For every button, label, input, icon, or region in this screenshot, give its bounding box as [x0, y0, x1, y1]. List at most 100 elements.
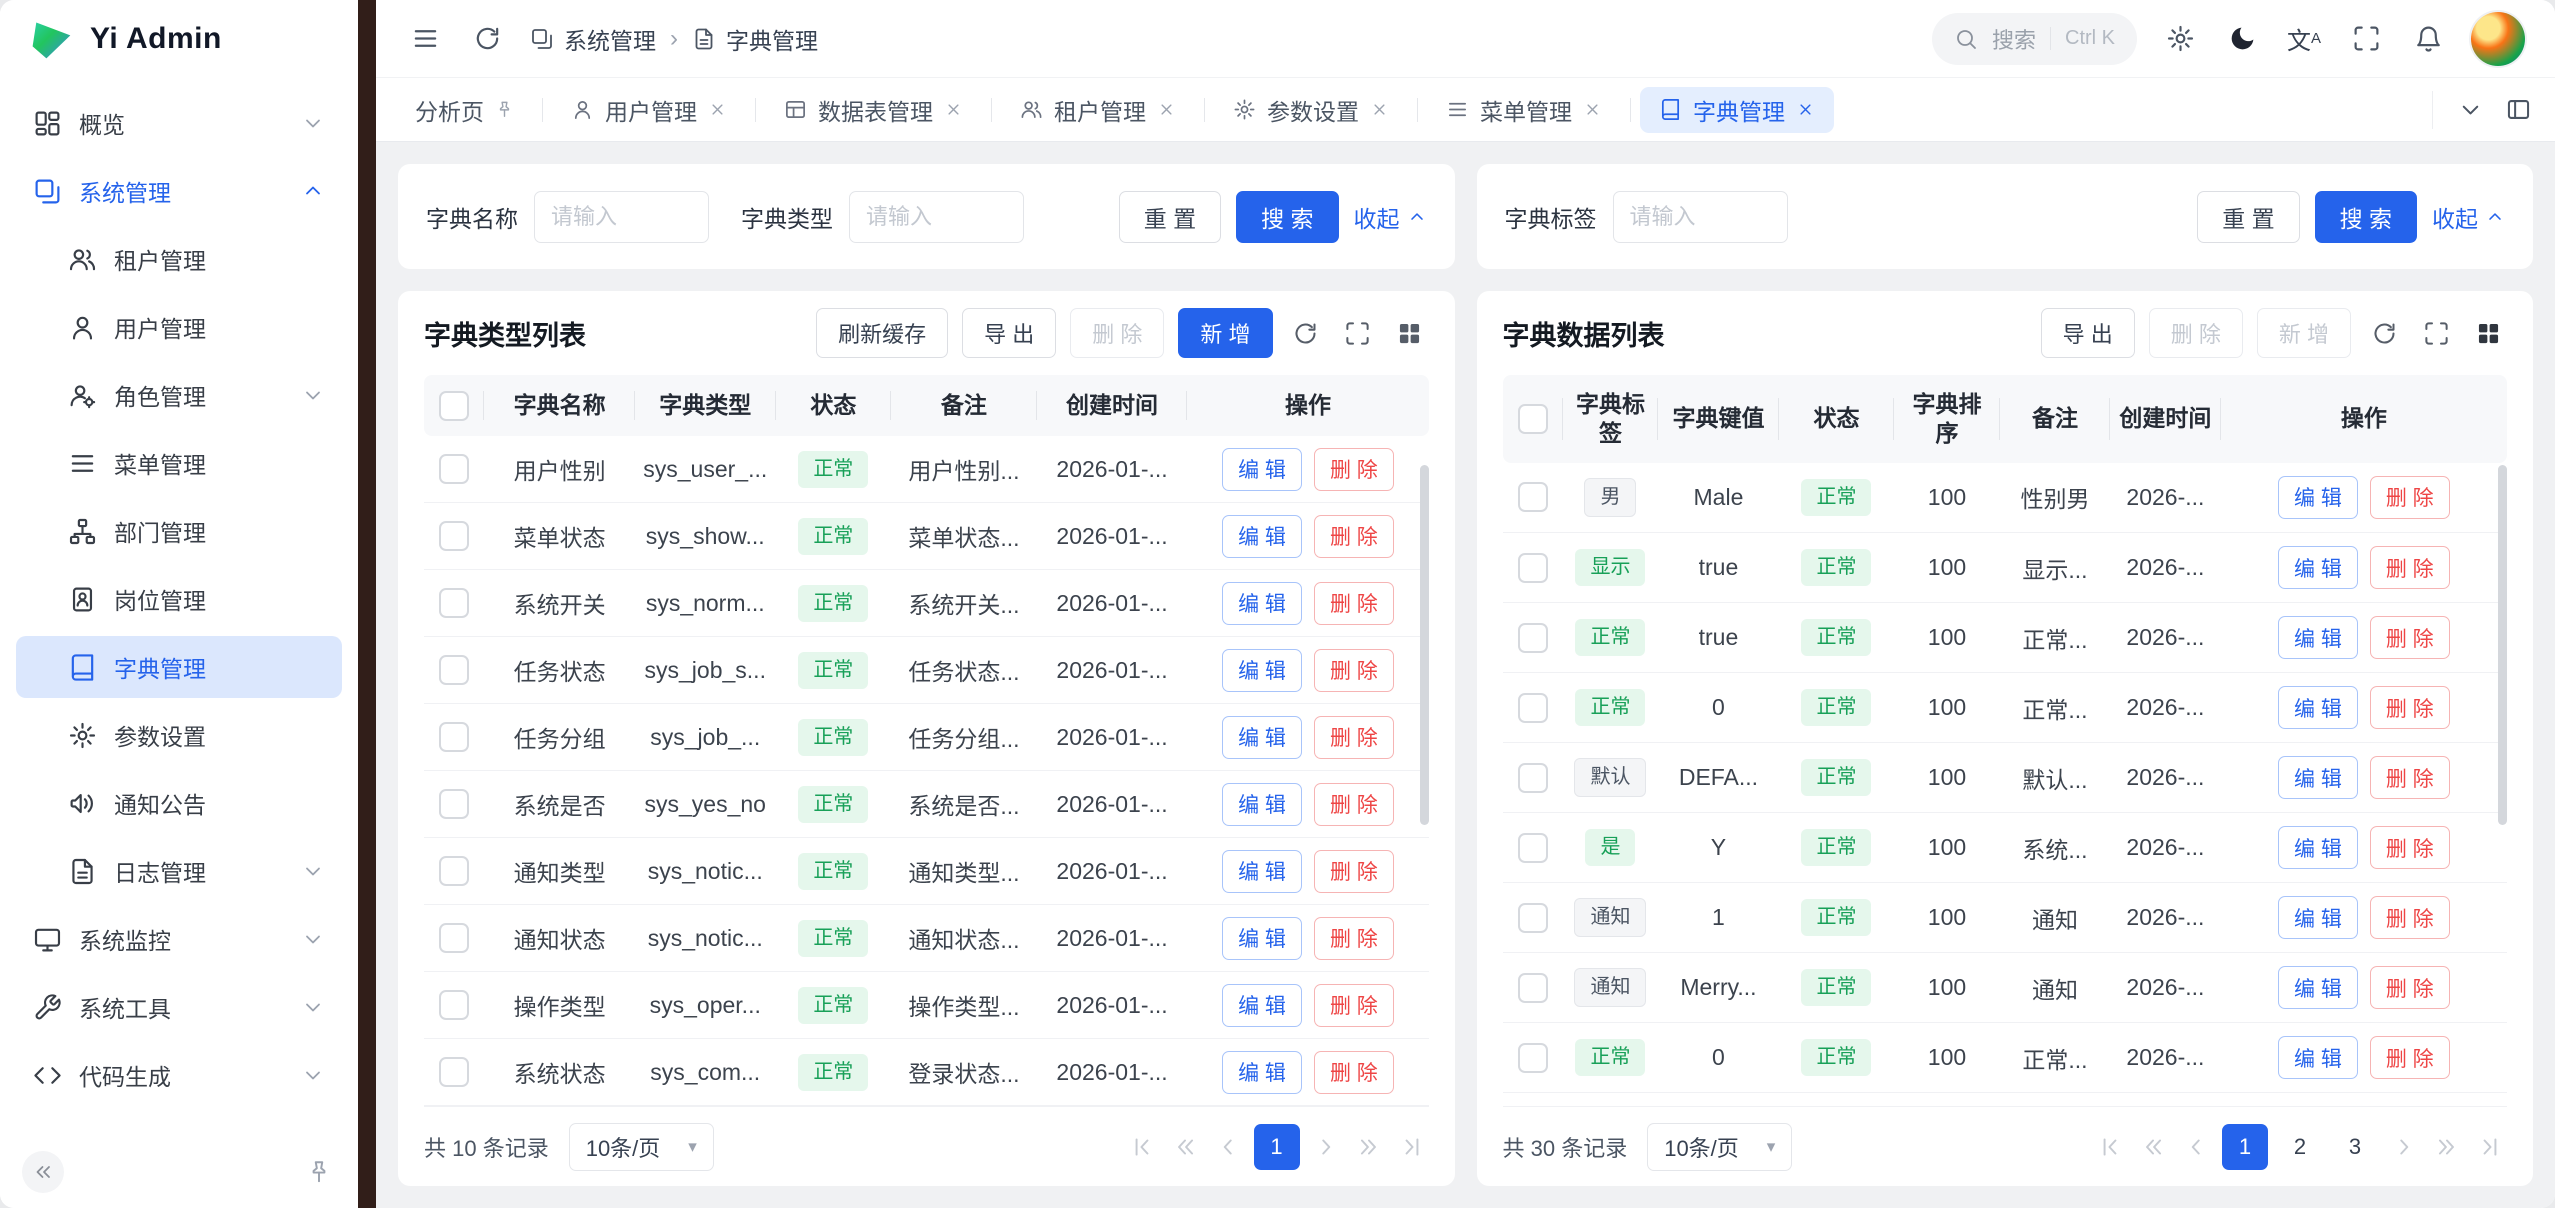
delete-row-button[interactable]: 删 除 [2370, 896, 2450, 939]
column-settings-icon[interactable] [1391, 314, 1429, 352]
delete-row-button[interactable]: 删 除 [2370, 616, 2450, 659]
sidebar-item-system-management[interactable]: 系统管理 [16, 160, 342, 222]
sidebar-pin-icon[interactable] [302, 1155, 336, 1189]
prev-page-icon[interactable] [2179, 1130, 2213, 1164]
row-checkbox[interactable] [1518, 623, 1548, 653]
sidebar-item-menu-management[interactable]: 菜单管理 [16, 432, 342, 494]
sidebar-item-system-tools[interactable]: 系统工具 [16, 976, 342, 1038]
first-page-icon[interactable] [2093, 1130, 2127, 1164]
edit-row-button[interactable]: 编 辑 [2278, 546, 2358, 589]
sidebar-item-tenant-management[interactable]: 租户管理 [16, 228, 342, 290]
expand-table-icon[interactable] [2417, 314, 2455, 352]
close-icon[interactable] [1157, 100, 1176, 119]
row-checkbox[interactable] [1518, 693, 1548, 723]
sidebar-item-role-management[interactable]: 角色管理 [16, 364, 342, 426]
column-settings-icon[interactable] [2469, 314, 2507, 352]
delete-button[interactable]: 删 除 [1070, 308, 1164, 358]
row-checkbox[interactable] [439, 722, 469, 752]
close-icon[interactable] [1796, 100, 1815, 119]
page-button-3[interactable]: 3 [2332, 1124, 2378, 1170]
table-scrollbar[interactable] [1420, 465, 1429, 825]
edit-row-button[interactable]: 编 辑 [2278, 476, 2358, 519]
sidebar-item-notice-announcement[interactable]: 通知公告 [16, 772, 342, 834]
page-size-select[interactable]: 10条/页 ▾ [1647, 1123, 1792, 1171]
page-button-2[interactable]: 2 [2277, 1124, 2323, 1170]
delete-row-button[interactable]: 删 除 [1314, 649, 1394, 692]
delete-row-button[interactable]: 删 除 [1314, 515, 1394, 558]
row-checkbox[interactable] [439, 521, 469, 551]
next-page-icon[interactable] [1309, 1130, 1343, 1164]
prev-page-icon[interactable] [1211, 1130, 1245, 1164]
delete-row-button[interactable]: 删 除 [2370, 686, 2450, 729]
tab-menu-management[interactable]: 菜单管理 [1427, 87, 1621, 133]
row-checkbox[interactable] [439, 655, 469, 685]
tabs-chevron-down-icon[interactable] [2451, 91, 2489, 129]
edit-row-button[interactable]: 编 辑 [2278, 826, 2358, 869]
prev-group-icon[interactable] [2136, 1130, 2170, 1164]
row-checkbox[interactable] [439, 1057, 469, 1087]
edit-row-button[interactable]: 编 辑 [2278, 686, 2358, 729]
row-checkbox[interactable] [1518, 553, 1548, 583]
edit-row-button[interactable]: 编 辑 [1222, 850, 1302, 893]
row-checkbox[interactable] [1518, 763, 1548, 793]
last-page-icon[interactable] [1395, 1130, 1429, 1164]
export-button[interactable]: 导 出 [2041, 308, 2135, 358]
edit-row-button[interactable]: 编 辑 [2278, 896, 2358, 939]
delete-row-button[interactable]: 删 除 [1314, 716, 1394, 759]
row-checkbox[interactable] [439, 990, 469, 1020]
edit-row-button[interactable]: 编 辑 [1222, 1051, 1302, 1094]
edit-row-button[interactable]: 编 辑 [1222, 783, 1302, 826]
row-checkbox[interactable] [439, 789, 469, 819]
refresh-cache-button[interactable]: 刷新缓存 [816, 308, 948, 358]
prev-group-icon[interactable] [1168, 1130, 1202, 1164]
close-icon[interactable] [708, 100, 727, 119]
row-checkbox[interactable] [1518, 1043, 1548, 1073]
content-layout-icon[interactable] [2499, 91, 2537, 129]
select-all-checkbox[interactable] [439, 391, 469, 421]
edit-row-button[interactable]: 编 辑 [1222, 716, 1302, 759]
delete-button[interactable]: 删 除 [2149, 308, 2243, 358]
add-button[interactable]: 新 增 [1178, 308, 1272, 358]
sidebar-item-system-monitor[interactable]: 系统监控 [16, 908, 342, 970]
sidebar-item-overview[interactable]: 概览 [16, 92, 342, 154]
sidebar-item-dept-management[interactable]: 部门管理 [16, 500, 342, 562]
collapse-filter-link[interactable]: 收起 [2432, 200, 2505, 234]
filter-input[interactable] [1613, 191, 1788, 243]
search-button[interactable]: 搜 索 [1236, 191, 1338, 243]
reload-table-icon[interactable] [2365, 314, 2403, 352]
edit-row-button[interactable]: 编 辑 [1222, 448, 1302, 491]
tab-user-management[interactable]: 用户管理 [552, 87, 746, 133]
delete-row-button[interactable]: 删 除 [2370, 476, 2450, 519]
edit-row-button[interactable]: 编 辑 [1222, 984, 1302, 1027]
dark-mode-moon-icon[interactable] [2223, 20, 2261, 58]
next-page-icon[interactable] [2387, 1130, 2421, 1164]
delete-row-button[interactable]: 删 除 [1314, 582, 1394, 625]
export-button[interactable]: 导 出 [962, 308, 1056, 358]
row-checkbox[interactable] [1518, 973, 1548, 1003]
row-checkbox[interactable] [1518, 903, 1548, 933]
delete-row-button[interactable]: 删 除 [1314, 783, 1394, 826]
edit-row-button[interactable]: 编 辑 [2278, 616, 2358, 659]
fullscreen-icon[interactable] [2347, 20, 2385, 58]
menu-toggle-icon[interactable] [406, 20, 444, 58]
page-button-1[interactable]: 1 [1254, 1124, 1300, 1170]
page-button-1[interactable]: 1 [2222, 1124, 2268, 1170]
tab-analysis[interactable]: 分析页 [396, 87, 533, 133]
edit-row-button[interactable]: 编 辑 [1222, 649, 1302, 692]
page-size-select[interactable]: 10条/页 ▾ [569, 1123, 714, 1171]
global-search[interactable]: 搜索 Ctrl K [1932, 13, 2137, 65]
user-avatar[interactable] [2471, 12, 2525, 66]
last-page-icon[interactable] [2473, 1130, 2507, 1164]
edit-row-button[interactable]: 编 辑 [1222, 515, 1302, 558]
sidebar-item-post-management[interactable]: 岗位管理 [16, 568, 342, 630]
delete-row-button[interactable]: 删 除 [2370, 756, 2450, 799]
table-scrollbar[interactable] [2498, 465, 2507, 825]
tab-tenant-management[interactable]: 租户管理 [1001, 87, 1195, 133]
row-checkbox[interactable] [439, 923, 469, 953]
row-checkbox[interactable] [439, 454, 469, 484]
delete-row-button[interactable]: 删 除 [1314, 917, 1394, 960]
expand-table-icon[interactable] [1339, 314, 1377, 352]
filter-input[interactable] [534, 191, 709, 243]
delete-row-button[interactable]: 删 除 [1314, 1051, 1394, 1094]
edit-row-button[interactable]: 编 辑 [2278, 966, 2358, 1009]
